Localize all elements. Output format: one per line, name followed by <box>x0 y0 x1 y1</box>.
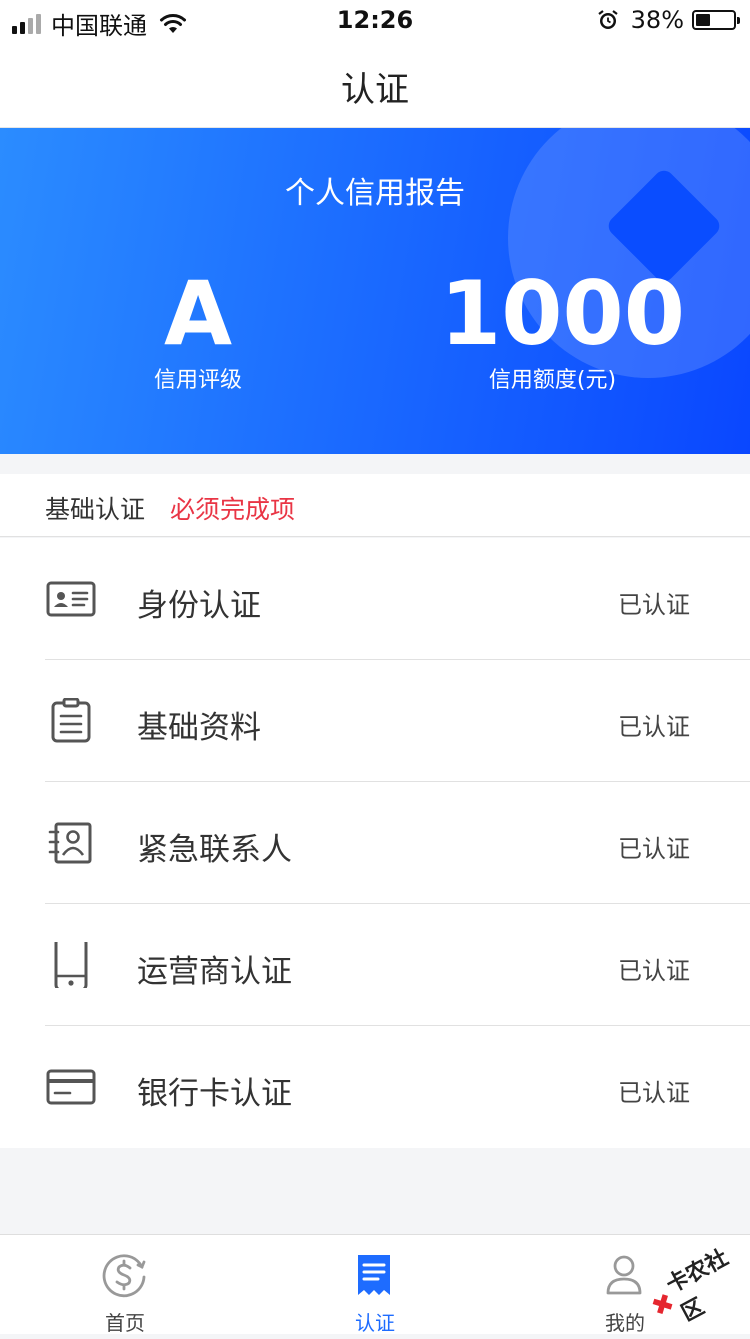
item-label: 身份认证 <box>137 588 261 624</box>
status-badge: 已认证 <box>618 1079 690 1107</box>
verification-list: 身份认证 已认证 基础资料 已认证 紧急联系人 已认证 运营商认证 已认证 银行… <box>0 538 750 1148</box>
status-right: 38% <box>597 6 740 34</box>
battery-percent: 38% <box>630 6 684 34</box>
status-badge: 已认证 <box>618 835 690 863</box>
bank-card-icon <box>46 1069 96 1105</box>
id-card-icon <box>46 581 96 617</box>
list-item-emergency-contact[interactable]: 紧急联系人 已认证 <box>0 782 750 904</box>
credit-limit-value: 1000 <box>440 262 685 365</box>
status-badge: 已认证 <box>618 957 690 985</box>
alarm-icon <box>597 10 618 29</box>
mobile-phone-icon <box>54 942 88 988</box>
section-header: 基础认证 必须完成项 <box>0 474 750 537</box>
banner-title: 个人信用报告 <box>285 176 465 211</box>
required-note: 必须完成项 <box>170 495 296 524</box>
contact-book-icon <box>48 822 92 864</box>
page-title: 认证 <box>341 70 409 110</box>
item-label: 运营商认证 <box>137 954 292 990</box>
status-badge: 已认证 <box>618 713 690 741</box>
credit-grade-label: 信用评级 <box>153 368 242 393</box>
item-label: 基础资料 <box>137 710 261 746</box>
tab-label: 认证 <box>355 1311 395 1335</box>
list-item-bank-card[interactable]: 银行卡认证 已认证 <box>0 1026 750 1148</box>
credit-report-banner: 个人信用报告 A 信用评级 1000 信用额度(元) <box>0 128 750 454</box>
tab-home[interactable]: 首页 <box>0 1235 250 1335</box>
status-badge: 已认证 <box>618 591 690 619</box>
credit-limit: 1000 信用额度(元) <box>440 262 685 394</box>
status-bar: 中国联通 12:26 38% <box>0 0 750 40</box>
item-label: 银行卡认证 <box>137 1076 292 1112</box>
list-item-carrier[interactable]: 运营商认证 已认证 <box>0 904 750 1026</box>
credit-grade-value: A <box>163 262 233 365</box>
user-icon <box>606 1255 642 1295</box>
list-item-identity[interactable]: 身份认证 已认证 <box>0 538 750 660</box>
item-label: 紧急联系人 <box>137 832 292 868</box>
dollar-circle-icon <box>102 1254 146 1298</box>
credit-grade: A 信用评级 <box>98 266 298 394</box>
credit-limit-label: 信用额度(元) <box>488 368 617 393</box>
tab-label: 首页 <box>105 1311 145 1335</box>
tab-bar: 首页 认证 我的 <box>0 1234 750 1335</box>
battery-icon <box>692 10 740 30</box>
document-icon <box>358 1255 390 1295</box>
list-item-basic-info[interactable]: 基础资料 已认证 <box>0 660 750 782</box>
clipboard-icon <box>51 698 91 743</box>
tab-verify[interactable]: 认证 <box>250 1235 500 1335</box>
section-title: 基础认证 <box>45 495 146 524</box>
nav-bar: 认证 <box>0 40 750 128</box>
